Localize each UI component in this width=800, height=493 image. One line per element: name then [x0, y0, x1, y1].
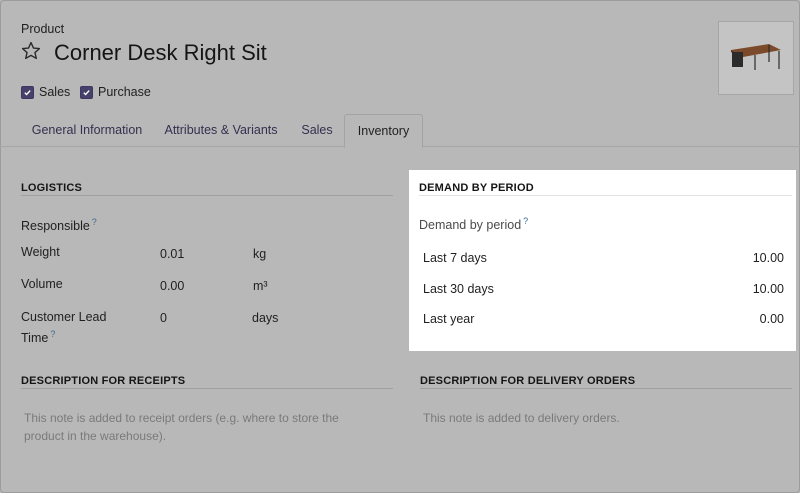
- sales-checkbox-label: Sales: [39, 85, 71, 99]
- receipts-title: DESCRIPTION FOR RECEIPTS: [21, 375, 186, 387]
- lead-time-label-line1: Customer Lead: [21, 310, 107, 324]
- weight-label: Weight: [21, 245, 60, 259]
- demand-divider: [419, 195, 792, 196]
- receipts-note-field[interactable]: This note is added to receipt orders (e.…: [24, 409, 384, 445]
- product-image[interactable]: [718, 21, 794, 95]
- purchase-checkbox[interactable]: [80, 85, 93, 99]
- lead-time-help-icon[interactable]: ?: [50, 329, 55, 339]
- product-label: Product: [21, 22, 65, 36]
- responsible-label-text: Responsible: [21, 219, 90, 234]
- delivery-note-field[interactable]: This note is added to delivery orders.: [423, 409, 783, 427]
- favorite-star-icon[interactable]: [20, 40, 42, 67]
- demand-row-label: Last year: [423, 312, 475, 326]
- demand-subtitle-text: Demand by period: [419, 218, 522, 233]
- demand-panel: DEMAND BY PERIOD Demand by period? Last …: [409, 170, 796, 351]
- volume-unit: m³: [253, 279, 268, 293]
- demand-title: DEMAND BY PERIOD: [419, 182, 534, 194]
- volume-input[interactable]: 0.00: [160, 279, 184, 293]
- demand-help-icon[interactable]: ?: [523, 216, 528, 226]
- desk-image-icon: [731, 44, 781, 70]
- tab-general-information[interactable]: General Information: [20, 114, 154, 146]
- lead-time-label: Customer Lead Time?: [21, 309, 106, 347]
- logistics-divider: [21, 195, 393, 196]
- delivery-title: DESCRIPTION FOR DELIVERY ORDERS: [420, 375, 636, 387]
- responsible-label: Responsible?: [21, 217, 97, 233]
- receipts-divider: [21, 388, 393, 389]
- demand-subtitle: Demand by period?: [419, 216, 528, 232]
- demand-row-value: 0.00: [759, 312, 784, 326]
- responsible-help-icon[interactable]: ?: [92, 217, 97, 227]
- demand-row-label: Last 30 days: [423, 282, 494, 296]
- lead-time-label-line2: Time: [21, 331, 49, 346]
- lead-time-unit: days: [252, 311, 279, 325]
- weight-input[interactable]: 0.01: [160, 247, 184, 261]
- demand-row-30-days: Last 30 days 10.00: [423, 282, 784, 296]
- demand-row-value: 10.00: [752, 251, 784, 265]
- purchase-checkbox-label: Purchase: [98, 85, 151, 99]
- tab-inventory[interactable]: Inventory: [344, 114, 423, 148]
- tab-sales[interactable]: Sales: [290, 114, 344, 146]
- demand-row-7-days: Last 7 days 10.00: [423, 251, 784, 265]
- weight-unit: kg: [253, 247, 267, 261]
- logistics-title: LOGISTICS: [21, 182, 83, 194]
- receipts-placeholder-line2: product in the warehouse).: [24, 429, 167, 443]
- demand-row-last-year: Last year 0.00: [423, 312, 784, 326]
- receipts-placeholder-line1: This note is added to receipt orders (e.…: [24, 411, 339, 425]
- sales-checkbox-group[interactable]: Sales: [21, 85, 70, 99]
- volume-label: Volume: [21, 277, 63, 291]
- purchase-checkbox-group[interactable]: Purchase: [80, 85, 151, 99]
- product-name[interactable]: Corner Desk Right Sit: [54, 40, 267, 66]
- tab-attributes-variants[interactable]: Attributes & Variants: [156, 114, 286, 146]
- demand-row-label: Last 7 days: [423, 251, 487, 265]
- sales-checkbox[interactable]: [21, 85, 34, 99]
- lead-time-input[interactable]: 0: [160, 311, 167, 325]
- demand-row-value: 10.00: [752, 282, 784, 296]
- delivery-divider: [420, 388, 792, 389]
